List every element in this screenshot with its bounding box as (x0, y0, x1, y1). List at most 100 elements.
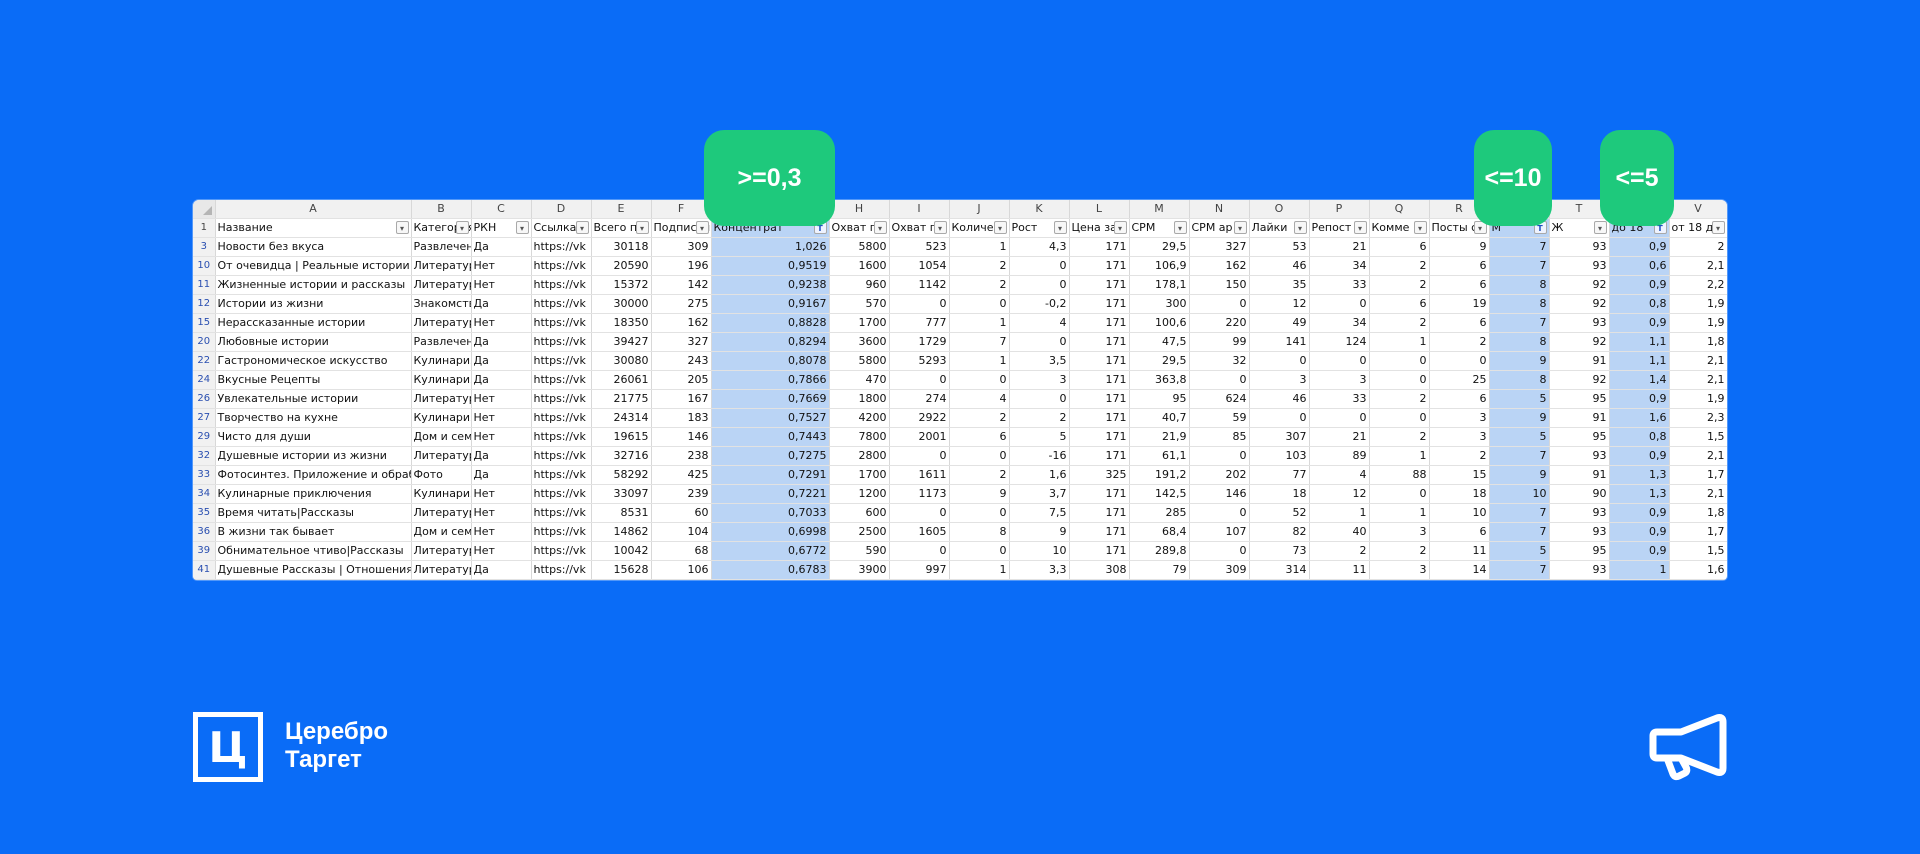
table-cell[interactable]: 0 (949, 541, 1010, 561)
table-cell[interactable]: 5 (1009, 427, 1070, 447)
table-cell[interactable]: 91 (1549, 408, 1610, 428)
table-cell[interactable]: 590 (829, 541, 890, 561)
filter-dropdown-icon[interactable]: ▾ (1053, 221, 1067, 234)
table-cell[interactable]: 21 (1309, 237, 1370, 257)
table-cell[interactable]: 5800 (829, 237, 890, 257)
column-letter-i[interactable]: I (889, 200, 950, 219)
row-number[interactable]: 33 (193, 465, 216, 485)
table-cell[interactable]: 0,9 (1609, 541, 1670, 561)
table-cell[interactable]: 4 (1309, 465, 1370, 485)
table-cell[interactable]: 49 (1249, 313, 1310, 333)
filter-dropdown-icon[interactable]: ▾ (1233, 221, 1247, 234)
table-cell[interactable]: Гастрономическое искусство (215, 351, 412, 371)
table-cell[interactable]: 3 (1309, 370, 1370, 390)
table-cell[interactable]: 2 (1309, 541, 1370, 561)
table-cell[interactable]: 0 (1369, 370, 1430, 390)
table-cell[interactable]: 29,5 (1129, 351, 1190, 371)
table-cell[interactable]: 0 (889, 503, 950, 523)
column-letter-j[interactable]: J (949, 200, 1010, 219)
table-cell[interactable]: 92 (1549, 275, 1610, 295)
table-cell[interactable]: 171 (1069, 237, 1130, 257)
table-cell[interactable]: 0,9 (1609, 237, 1670, 257)
table-cell[interactable]: Нет (471, 427, 532, 447)
filter-dropdown-icon[interactable]: ▾ (1293, 221, 1307, 234)
table-cell[interactable]: 142,5 (1129, 484, 1190, 504)
table-cell[interactable]: Да (471, 446, 532, 466)
table-cell[interactable]: 7 (1489, 446, 1550, 466)
table-cell[interactable]: 1,8 (1669, 332, 1727, 352)
filter-dropdown-icon[interactable]: ▾ (873, 221, 887, 234)
table-cell[interactable]: 53 (1249, 237, 1310, 257)
table-cell[interactable]: 12 (1309, 484, 1370, 504)
table-cell[interactable]: 124 (1309, 332, 1370, 352)
table-cell[interactable]: Любовные истории (215, 332, 412, 352)
table-cell[interactable]: 7 (1489, 560, 1550, 580)
table-cell[interactable]: Нет (471, 408, 532, 428)
table-cell[interactable]: 1 (949, 351, 1010, 371)
row-number[interactable]: 15 (193, 313, 216, 333)
table-cell[interactable]: 2,3 (1669, 408, 1727, 428)
table-cell[interactable]: 18 (1249, 484, 1310, 504)
table-cell[interactable]: 0,7443 (711, 427, 830, 447)
table-cell[interactable]: Да (471, 294, 532, 314)
table-cell[interactable]: 0,7866 (711, 370, 830, 390)
table-cell[interactable]: 106 (651, 560, 712, 580)
table-cell[interactable]: 0,9519 (711, 256, 830, 276)
table-cell[interactable]: 40,7 (1129, 408, 1190, 428)
table-cell[interactable]: 30080 (591, 351, 652, 371)
table-cell[interactable]: 0,6772 (711, 541, 830, 561)
table-cell[interactable]: 1,5 (1669, 541, 1727, 561)
table-cell[interactable]: 2 (1369, 541, 1430, 561)
table-cell[interactable]: 275 (651, 294, 712, 314)
table-cell[interactable]: 2 (1369, 427, 1430, 447)
row-number[interactable]: 1 (193, 218, 216, 238)
table-cell[interactable]: 6 (1429, 275, 1490, 295)
table-cell[interactable]: 0,9 (1609, 275, 1670, 295)
table-cell[interactable]: Кулинария (411, 484, 472, 504)
table-cell[interactable]: 171 (1069, 370, 1130, 390)
table-cell[interactable]: 0 (1009, 275, 1070, 295)
table-cell[interactable]: Развлечения (411, 237, 472, 257)
table-cell[interactable]: 6 (949, 427, 1010, 447)
table-cell[interactable]: 523 (889, 237, 950, 257)
table-cell[interactable]: Нет (471, 313, 532, 333)
table-cell[interactable]: 33097 (591, 484, 652, 504)
table-cell[interactable]: 1,6 (1669, 560, 1727, 580)
table-cell[interactable]: 0 (1009, 256, 1070, 276)
filter-dropdown-icon[interactable]: ▾ (1711, 221, 1725, 234)
table-cell[interactable]: 68,4 (1129, 522, 1190, 542)
table-cell[interactable]: 0 (1309, 351, 1370, 371)
table-cell[interactable]: 183 (651, 408, 712, 428)
table-cell[interactable]: 1,3 (1609, 484, 1670, 504)
table-cell[interactable]: 1 (1369, 446, 1430, 466)
table-cell[interactable]: 150 (1189, 275, 1250, 295)
table-cell[interactable]: Нет (471, 389, 532, 409)
table-cell[interactable]: -16 (1009, 446, 1070, 466)
row-number[interactable]: 12 (193, 294, 216, 314)
table-cell[interactable]: 103 (1249, 446, 1310, 466)
table-cell[interactable]: 93 (1549, 256, 1610, 276)
table-cell[interactable]: 21 (1309, 427, 1370, 447)
table-cell[interactable]: 2 (949, 275, 1010, 295)
table-cell[interactable]: Да (471, 332, 532, 352)
table-cell[interactable]: 0 (1189, 541, 1250, 561)
table-cell[interactable]: Обнимательное чтиво|Рассказы (215, 541, 412, 561)
row-number[interactable]: 20 (193, 332, 216, 352)
table-cell[interactable]: 2 (949, 256, 1010, 276)
table-cell[interactable]: 88 (1369, 465, 1430, 485)
table-cell[interactable]: Кулинария (411, 351, 472, 371)
table-cell[interactable]: 1,5 (1669, 427, 1727, 447)
table-cell[interactable]: 205 (651, 370, 712, 390)
table-cell[interactable]: https://vk (531, 370, 592, 390)
table-cell[interactable]: Развлечения (411, 332, 472, 352)
table-cell[interactable]: 1,8 (1669, 503, 1727, 523)
table-cell[interactable]: 46 (1249, 389, 1310, 409)
table-cell[interactable]: 3,7 (1009, 484, 1070, 504)
table-cell[interactable]: https://vk (531, 294, 592, 314)
filter-dropdown-icon[interactable]: ▾ (1353, 221, 1367, 234)
table-cell[interactable]: 167 (651, 389, 712, 409)
table-cell[interactable]: Нет (471, 503, 532, 523)
table-cell[interactable]: 1,3 (1609, 465, 1670, 485)
table-cell[interactable]: Да (471, 465, 532, 485)
table-cell[interactable]: https://vk (531, 484, 592, 504)
